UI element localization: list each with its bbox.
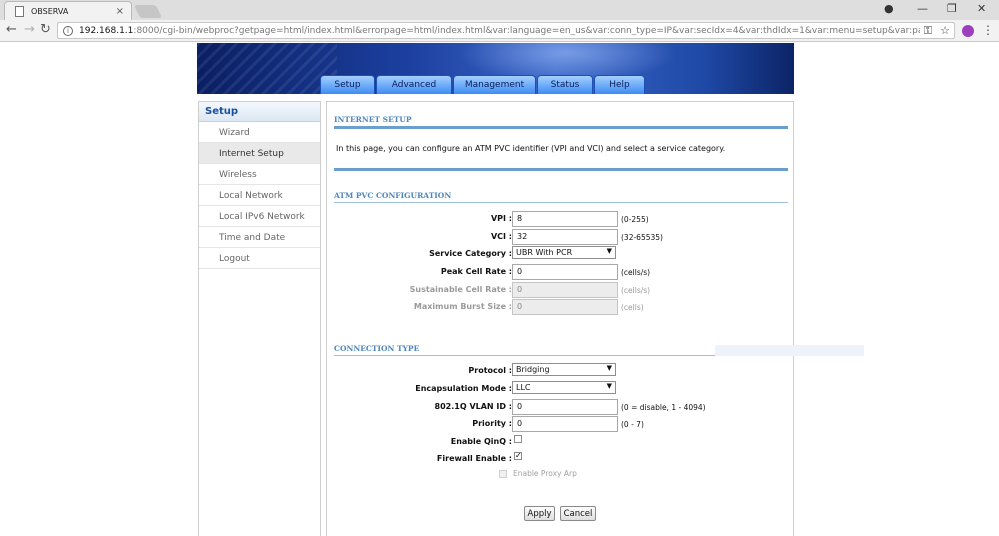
close-tab-icon[interactable]: × [116, 6, 124, 17]
maximize-icon[interactable]: ❐ [947, 2, 957, 15]
sidebar-item-time-and-date[interactable]: Time and Date [199, 227, 320, 248]
dropdown-arrow-icon: ▼ [606, 364, 612, 372]
browser-tab-bar: OBSERVA × ● — ❐ ✕ [0, 0, 999, 20]
protocol-label: Protocol : [468, 366, 512, 375]
peak-cell-rate-row: Peak Cell Rate : 0 (cells/s) [327, 264, 795, 280]
sidebar-item-wireless[interactable]: Wireless [199, 164, 320, 185]
service-category-value: UBR With PCR [516, 248, 573, 257]
protocol-row: Protocol : Bridging ▼ [327, 363, 795, 379]
enable-qinq-label: Enable QinQ : [450, 437, 512, 446]
profile-icon[interactable]: ● [884, 2, 894, 15]
minimize-icon[interactable]: — [917, 2, 928, 15]
priority-row: Priority : 0 (0 - 7) [327, 416, 795, 432]
sidebar-heading: Setup [199, 102, 320, 122]
encapsulation-select[interactable]: LLC ▼ [512, 381, 616, 394]
address-bar-row: ← → ↻ i 192.168.1.1:8000/cgi-bin/webproc… [0, 20, 999, 42]
vci-label: VCI : [490, 232, 512, 241]
sustainable-cell-rate-row: Sustainable Cell Rate : 0 (cells/s) [327, 282, 795, 298]
faint-overlay [715, 345, 864, 356]
priority-label: Priority : [472, 419, 512, 428]
vlan-id-hint: (0 = disable, 1 - 4094) [621, 403, 706, 412]
enable-proxy-arp-label: Enable Proxy Arp [513, 469, 577, 478]
sidebar-item-local-ipv6-network[interactable]: Local IPv6 Network [199, 206, 320, 227]
vpi-row: VPI : 8 (0-255) [327, 211, 795, 227]
sustainable-cell-rate-label: Sustainable Cell Rate : [409, 285, 512, 294]
vpi-hint: (0-255) [621, 215, 649, 224]
url-text: 192.168.1.1:8000/cgi-bin/webproc?getpage… [79, 25, 920, 36]
intro-text: In this page, you can configure an ATM P… [336, 144, 726, 153]
vpi-label: VPI : [490, 214, 512, 223]
back-icon[interactable]: ← [6, 22, 17, 37]
protocol-value: Bridging [516, 365, 550, 374]
enable-qinq-checkbox[interactable] [514, 435, 522, 443]
page-title: INTERNET SETUP [334, 115, 788, 129]
browser-tab[interactable]: OBSERVA × [4, 1, 132, 20]
key-icon[interactable]: ⚿ [924, 24, 932, 38]
sidebar-item-internet-setup[interactable]: Internet Setup [199, 143, 320, 164]
firewall-enable-row: Firewall Enable : ✓ [327, 451, 795, 467]
reload-icon[interactable]: ↻ [40, 22, 51, 37]
apply-button[interactable]: Apply [524, 506, 555, 521]
info-icon[interactable]: i [63, 25, 73, 36]
max-burst-size-hint: (cells) [621, 303, 644, 312]
tab-title: OBSERVA [31, 6, 69, 16]
vlan-id-input[interactable]: 0 [512, 399, 618, 415]
service-category-label: Service Category : [429, 249, 512, 258]
peak-cell-rate-input[interactable]: 0 [512, 264, 618, 280]
vlan-id-row: 802.1Q VLAN ID : 0 (0 = disable, 1 - 409… [327, 399, 795, 415]
tab-setup[interactable]: Setup [320, 75, 375, 94]
dropdown-arrow-icon: ▼ [606, 247, 612, 255]
vlan-id-label: 802.1Q VLAN ID : [434, 402, 512, 411]
close-window-icon[interactable]: ✕ [977, 2, 986, 15]
sidebar: Setup Wizard Internet Setup Wireless Loc… [198, 101, 321, 536]
max-burst-size-row: Maximum Burst Size : 0 (cells) [327, 299, 795, 315]
priority-input[interactable]: 0 [512, 416, 618, 432]
menu-icon[interactable]: ⋮ [982, 23, 994, 37]
priority-hint: (0 - 7) [621, 420, 644, 429]
page-icon [15, 5, 24, 17]
vci-hint: (32-65535) [621, 233, 663, 242]
forward-icon[interactable]: → [24, 22, 35, 37]
tab-advanced[interactable]: Advanced [376, 75, 452, 94]
sidebar-item-logout[interactable]: Logout [199, 248, 320, 269]
peak-cell-rate-hint: (cells/s) [621, 268, 651, 277]
main-content: INTERNET SETUP In this page, you can con… [326, 101, 864, 536]
firewall-enable-label: Firewall Enable : [436, 454, 512, 463]
new-tab-button[interactable] [133, 5, 163, 18]
encapsulation-value: LLC [516, 383, 531, 392]
vci-row: VCI : 32 (32-65535) [327, 229, 795, 245]
banner-decoration [197, 43, 337, 94]
url-input[interactable]: i 192.168.1.1:8000/cgi-bin/webproc?getpa… [57, 22, 955, 39]
max-burst-size-input: 0 [512, 299, 618, 315]
max-burst-size-label: Maximum Burst Size : [413, 302, 512, 311]
sidebar-item-wizard[interactable]: Wizard [199, 122, 320, 143]
cancel-button[interactable]: Cancel [560, 506, 596, 521]
dropdown-arrow-icon: ▼ [606, 382, 612, 390]
top-navigation: Setup Advanced Management Status Help [320, 75, 645, 94]
service-category-select[interactable]: UBR With PCR ▼ [512, 246, 616, 259]
tab-management[interactable]: Management [453, 75, 536, 94]
firewall-enable-checkbox[interactable]: ✓ [514, 452, 522, 460]
enable-proxy-arp-checkbox [499, 470, 507, 478]
service-category-row: Service Category : UBR With PCR ▼ [327, 246, 795, 262]
divider [334, 168, 788, 171]
protocol-select[interactable]: Bridging ▼ [512, 363, 616, 376]
sustainable-cell-rate-input: 0 [512, 282, 618, 298]
star-icon[interactable]: ☆ [940, 24, 950, 37]
tab-status[interactable]: Status [537, 75, 593, 94]
encapsulation-label: Encapsulation Mode : [415, 384, 512, 393]
vpi-input[interactable]: 8 [512, 211, 618, 227]
sidebar-item-local-network[interactable]: Local Network [199, 185, 320, 206]
extension-icon[interactable] [962, 25, 974, 37]
vci-input[interactable]: 32 [512, 229, 618, 245]
enable-qinq-row: Enable QinQ : [327, 434, 795, 450]
atm-section-title: ATM PVC CONFIGURATION [334, 191, 788, 203]
peak-cell-rate-label: Peak Cell Rate : [440, 267, 512, 276]
encapsulation-row: Encapsulation Mode : LLC ▼ [327, 381, 795, 397]
tab-help[interactable]: Help [594, 75, 645, 94]
sustainable-cell-rate-hint: (cells/s) [621, 286, 651, 295]
enable-proxy-arp-row: Enable Proxy Arp [499, 469, 577, 478]
